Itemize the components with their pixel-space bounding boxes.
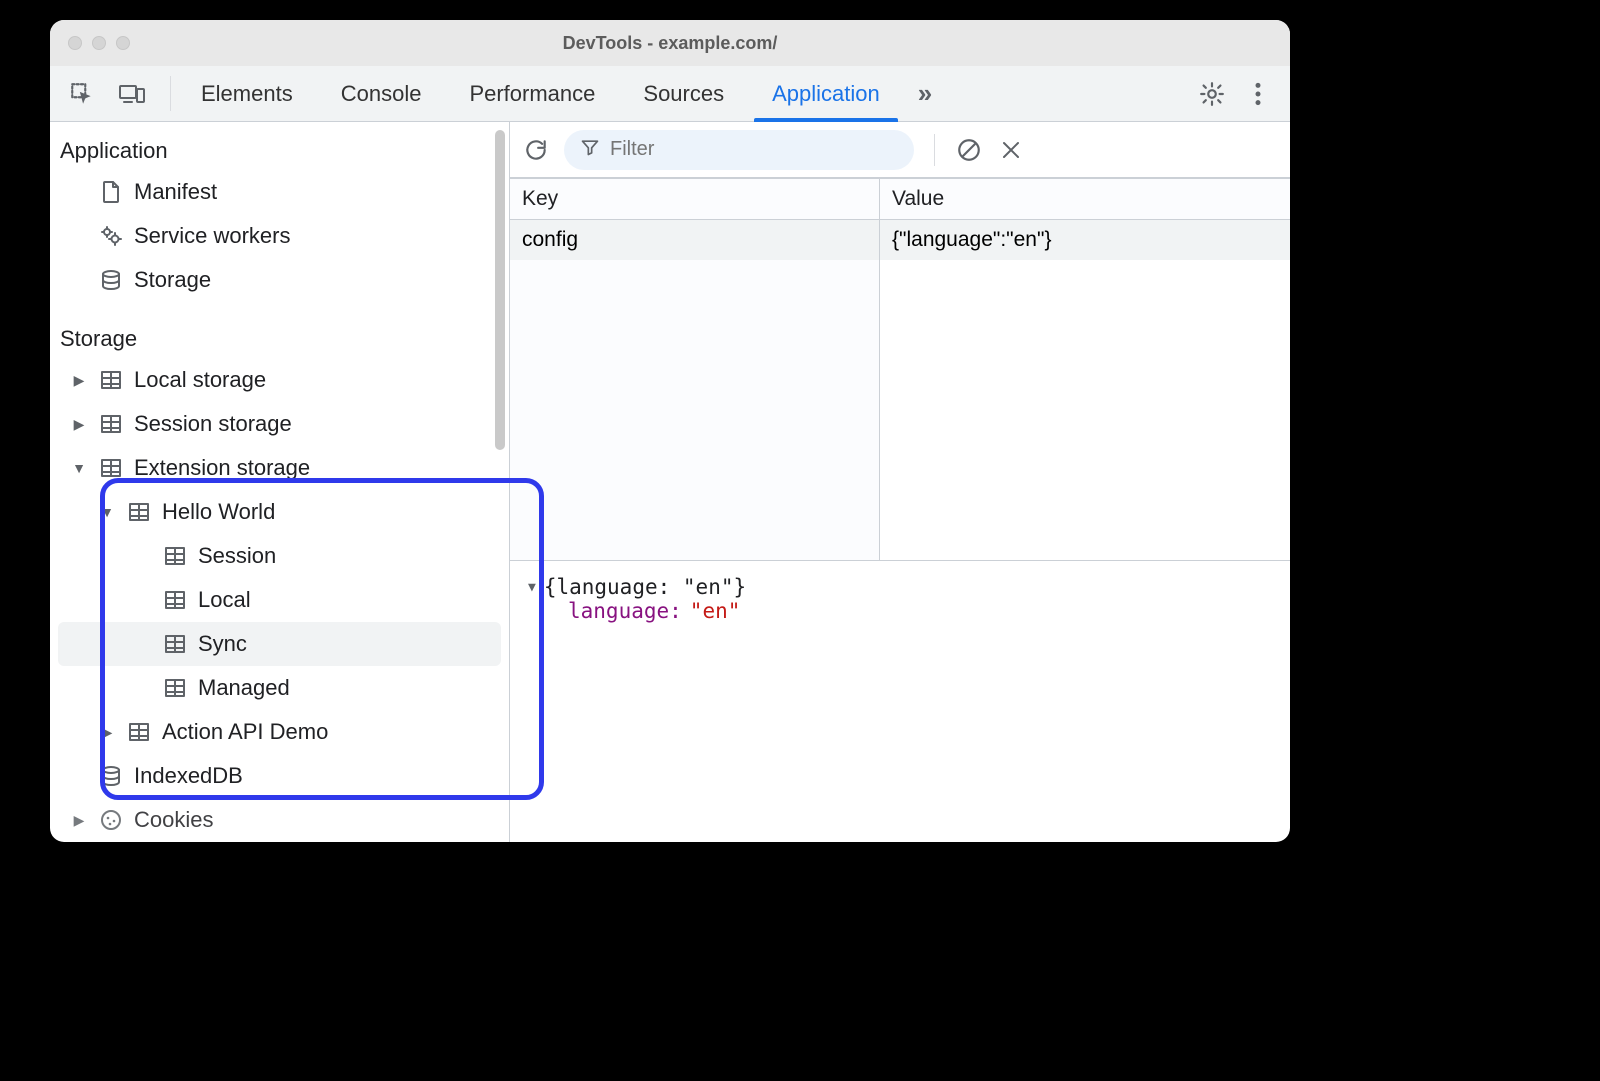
titlebar: DevTools - example.com/ — [50, 20, 1290, 66]
sidebar-item-local-storage[interactable]: ▶ Local storage — [50, 358, 509, 402]
toolbar-separator — [934, 134, 935, 166]
object-summary: {language: "en"} — [544, 575, 746, 599]
top-toolbar: Elements Console Performance Sources App… — [50, 66, 1290, 122]
table-icon — [126, 502, 152, 522]
tab-performance[interactable]: Performance — [445, 66, 619, 121]
sidebar-item-label: Hello World — [162, 499, 275, 525]
section-application-title: Application — [50, 132, 509, 170]
sidebar-item-manifest[interactable]: Manifest — [50, 170, 509, 214]
sidebar-item-label: Cookies — [134, 807, 213, 833]
table-icon — [162, 546, 188, 566]
window-title: DevTools - example.com/ — [50, 33, 1290, 54]
database-icon — [98, 765, 124, 787]
table-row[interactable]: config {"language":"en"} — [510, 220, 1290, 260]
sidebar-item-label: Session — [198, 543, 276, 569]
zoom-dot[interactable] — [116, 36, 130, 50]
table-icon — [162, 634, 188, 654]
chevron-right-icon: ▶ — [70, 416, 88, 433]
kebab-icon[interactable] — [1244, 80, 1272, 108]
section-storage-title: Storage — [50, 320, 509, 358]
table-icon — [162, 590, 188, 610]
chevron-down-icon[interactable]: ▼ — [528, 580, 536, 595]
devtools-window: DevTools - example.com/ Elements Console… — [50, 20, 1290, 842]
chevron-down-icon: ▼ — [70, 460, 88, 476]
table-icon — [162, 678, 188, 698]
inspect-icon[interactable] — [68, 80, 96, 108]
sidebar-item-service-workers[interactable]: Service workers — [50, 214, 509, 258]
chevron-right-icon: ▶ — [98, 724, 116, 741]
sidebar-item-label: IndexedDB — [134, 763, 243, 789]
value-viewer: ▼ {language: "en"} language: "en" — [510, 561, 1290, 637]
sidebar-item-label: Extension storage — [134, 455, 310, 481]
sidebar-item-hello-world[interactable]: ▼ Hello World — [50, 490, 509, 534]
table-icon — [98, 414, 124, 434]
sidebar-item-label: Managed — [198, 675, 290, 701]
sidebar-item-action-api-demo[interactable]: ▶ Action API Demo — [50, 710, 509, 754]
chevron-right-icon: ▶ — [70, 812, 88, 829]
filter-input-wrapper — [564, 130, 914, 170]
tab-elements[interactable]: Elements — [177, 66, 317, 121]
col-value[interactable]: Value — [880, 179, 1290, 219]
table-body-empty — [510, 260, 1290, 560]
sidebar-item-label: Action API Demo — [162, 719, 328, 745]
storage-table: Key Value config {"language":"en"} — [510, 178, 1290, 561]
table-icon — [126, 722, 152, 742]
refresh-icon[interactable] — [522, 136, 550, 164]
sidebar-item-cookies[interactable]: ▶ Cookies — [50, 798, 509, 842]
filter-icon — [580, 137, 600, 162]
sidebar-scrollbar[interactable] — [495, 130, 505, 450]
gear-icon[interactable] — [1198, 80, 1226, 108]
sidebar-item-local[interactable]: Local — [50, 578, 509, 622]
close-dot[interactable] — [68, 36, 82, 50]
cell-value: {"language":"en"} — [880, 220, 1290, 260]
tabs-overflow[interactable]: » — [904, 66, 946, 121]
chevron-down-icon: ▼ — [98, 504, 116, 520]
table-icon — [98, 370, 124, 390]
tab-sources[interactable]: Sources — [619, 66, 748, 121]
tab-console[interactable]: Console — [317, 66, 446, 121]
cookie-icon — [98, 809, 124, 831]
sidebar-item-label: Local storage — [134, 367, 266, 393]
sidebar-item-session-storage[interactable]: ▶ Session storage — [50, 402, 509, 446]
sidebar-item-label: Service workers — [134, 223, 290, 249]
col-key[interactable]: Key — [510, 179, 880, 219]
traffic-lights — [68, 36, 130, 50]
clear-all-icon[interactable] — [955, 136, 983, 164]
cell-key: config — [510, 220, 880, 260]
tab-application[interactable]: Application — [748, 66, 904, 121]
sidebar-item-label: Session storage — [134, 411, 292, 437]
object-property-key: language: — [568, 599, 682, 623]
sidebar-item-label: Storage — [134, 267, 211, 293]
device-toggle-icon[interactable] — [118, 80, 146, 108]
sidebar-item-indexeddb[interactable]: IndexedDB — [50, 754, 509, 798]
database-icon — [98, 269, 124, 291]
sidebar-item-label: Sync — [198, 631, 247, 657]
sidebar-item-label: Local — [198, 587, 251, 613]
application-sidebar: Application Manifest Service workers — [50, 122, 510, 842]
panel-tabs: Elements Console Performance Sources App… — [177, 66, 904, 121]
filter-input[interactable] — [610, 138, 898, 161]
sidebar-item-storage[interactable]: Storage — [50, 258, 509, 302]
sidebar-item-extension-storage[interactable]: ▼ Extension storage — [50, 446, 509, 490]
minimize-dot[interactable] — [92, 36, 106, 50]
sidebar-item-label: Manifest — [134, 179, 217, 205]
table-icon — [98, 458, 124, 478]
chevron-right-icon: ▶ — [70, 372, 88, 389]
file-icon — [98, 180, 124, 204]
gears-icon — [98, 225, 124, 247]
delete-selected-icon[interactable] — [997, 136, 1025, 164]
sidebar-item-managed[interactable]: Managed — [50, 666, 509, 710]
table-header: Key Value — [510, 178, 1290, 220]
pane-toolbar — [510, 122, 1290, 178]
storage-pane: Key Value config {"language":"en"} ▼ {la… — [510, 122, 1290, 842]
sidebar-item-session[interactable]: Session — [50, 534, 509, 578]
object-property-value: "en" — [690, 599, 741, 623]
sidebar-item-sync[interactable]: Sync — [58, 622, 501, 666]
